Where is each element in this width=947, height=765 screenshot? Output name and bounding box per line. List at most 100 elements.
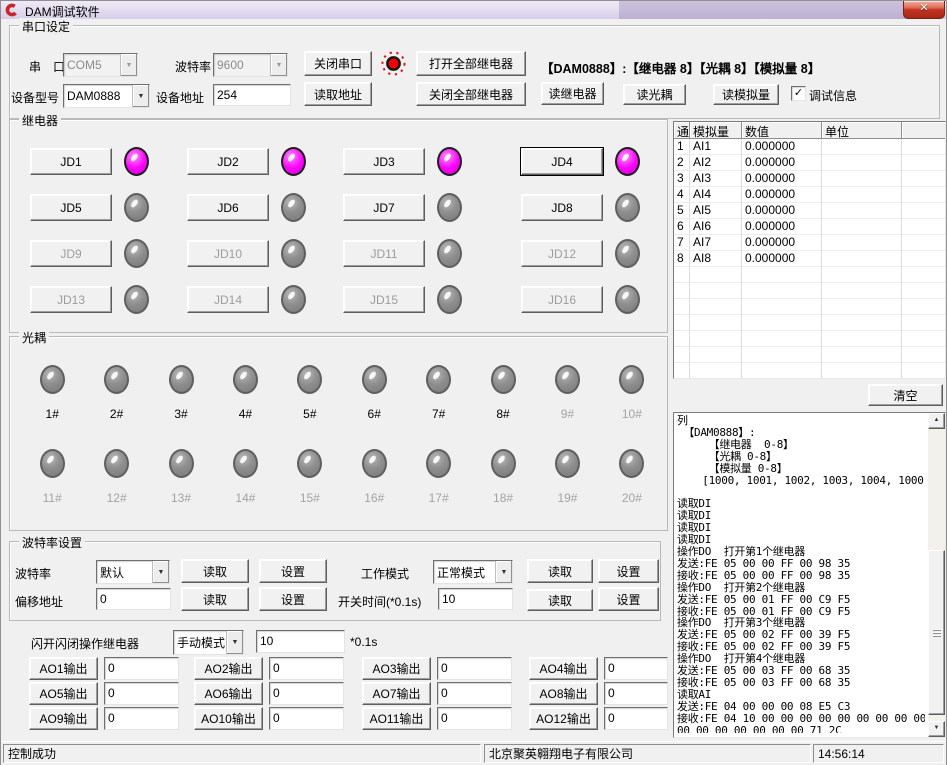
scroll-up-icon[interactable]: ▲: [928, 413, 945, 429]
relay-cell: JD9: [30, 238, 149, 269]
ao-value-input[interactable]: 0: [269, 682, 344, 705]
ao-output-button[interactable]: AO6输出: [194, 682, 263, 705]
relay-button[interactable]: JD8: [521, 194, 603, 221]
relay-button[interactable]: JD9: [30, 240, 112, 267]
baud-set-button[interactable]: 设置: [259, 559, 327, 583]
relay-button[interactable]: JD14: [187, 286, 269, 313]
switch-time-read-button[interactable]: 读取: [527, 589, 593, 611]
chevron-down-icon[interactable]: ▼: [270, 54, 287, 76]
close-all-relays-button[interactable]: 关闭全部继电器: [416, 82, 526, 106]
ao-value-input[interactable]: 0: [604, 707, 668, 730]
flash-mode-combo[interactable]: 手动模式 ▼: [173, 630, 244, 655]
read-analog-button[interactable]: 读模拟量: [713, 84, 779, 105]
relay-button[interactable]: JD6: [187, 194, 269, 221]
relay-button[interactable]: JD10: [187, 240, 269, 267]
scroll-down-icon[interactable]: ▼: [928, 721, 945, 737]
read-opto-button[interactable]: 读光耦: [623, 84, 686, 105]
relay-button[interactable]: JD15: [343, 286, 425, 313]
ao-value-input[interactable]: 0: [437, 682, 512, 705]
ao-output-cell: AO12输出 0: [529, 707, 668, 730]
led-highlight: [496, 454, 505, 464]
header-extra: [902, 122, 945, 139]
debug-info-checkbox[interactable]: ✓: [791, 86, 806, 101]
opto-cell: 8#: [471, 365, 535, 421]
ao-value-input[interactable]: 0: [104, 682, 179, 705]
ao-output-button[interactable]: AO10输出: [194, 707, 263, 730]
serial-status-led-icon: [380, 50, 407, 77]
switch-time-set-button[interactable]: 设置: [598, 587, 659, 611]
relay-button[interactable]: JD4: [521, 148, 603, 175]
chevron-down-icon[interactable]: ▼: [226, 631, 243, 654]
relay-button[interactable]: JD7: [343, 194, 425, 221]
relay-cell: JD6: [187, 192, 306, 223]
chevron-down-icon[interactable]: ▼: [120, 54, 137, 76]
flash-operate-label: 闪开闪闭操作继电器: [31, 635, 139, 652]
port-combo[interactable]: COM5 ▼: [63, 53, 138, 77]
relay-button[interactable]: JD3: [343, 148, 425, 175]
baudrate-combo[interactable]: 9600 ▼: [213, 53, 288, 77]
chevron-down-icon[interactable]: ▼: [152, 561, 169, 583]
header-unit[interactable]: 单位: [822, 122, 902, 139]
cell-unit: [822, 203, 902, 219]
ao-value-input[interactable]: 0: [604, 657, 668, 680]
scrollbar-thumb[interactable]: [928, 550, 945, 715]
ao-value-input[interactable]: 0: [604, 682, 668, 705]
open-all-relays-button[interactable]: 打开全部继电器: [416, 51, 526, 76]
switch-time-input[interactable]: 10: [438, 588, 513, 610]
ao-value-input[interactable]: 0: [269, 657, 344, 680]
relay-button[interactable]: JD2: [187, 148, 269, 175]
baud-setting-combo[interactable]: 默认 ▼: [96, 560, 170, 584]
flash-time-input[interactable]: 10: [256, 630, 345, 653]
cell-analog-name: [690, 315, 742, 331]
device-model-combo[interactable]: DAM0888 ▼: [63, 84, 150, 108]
analog-table[interactable]: 通 模拟量 数值 单位 1 AI1 0.000000 2 AI2 0.00000…: [673, 121, 946, 379]
ao-output-button[interactable]: AO12输出: [529, 707, 598, 730]
chevron-down-icon[interactable]: ▼: [132, 85, 149, 107]
ao-output-button[interactable]: AO1输出: [29, 657, 98, 680]
relay-button[interactable]: JD12: [521, 240, 603, 267]
titlebar[interactable]: DAM调试软件 ✕: [1, 1, 946, 19]
cell-unit: [822, 283, 902, 299]
relay-button[interactable]: JD16: [521, 286, 603, 313]
relay-button[interactable]: JD1: [30, 148, 112, 175]
close-serial-button[interactable]: 关闭串口: [304, 51, 372, 76]
ao-value-input[interactable]: 0: [104, 657, 179, 680]
ao-output-button[interactable]: AO8输出: [529, 682, 598, 705]
ao-output-button[interactable]: AO3输出: [362, 657, 431, 680]
ao-value-input[interactable]: 0: [104, 707, 179, 730]
clear-log-button[interactable]: 清空: [868, 384, 943, 406]
header-channel[interactable]: 通: [674, 122, 690, 139]
work-mode-set-button[interactable]: 设置: [598, 559, 659, 583]
ao-output-button[interactable]: AO7输出: [362, 682, 431, 705]
close-button[interactable]: ✕: [903, 1, 945, 19]
ao-output-button[interactable]: AO5输出: [29, 682, 98, 705]
chevron-down-icon[interactable]: ▼: [495, 561, 512, 583]
ao-value-input[interactable]: 0: [269, 707, 344, 730]
device-address-input[interactable]: 254: [213, 84, 291, 106]
ao-output-button[interactable]: AO11输出: [362, 707, 431, 730]
ao-value-input[interactable]: 0: [437, 707, 512, 730]
ao-output-button[interactable]: AO4输出: [529, 657, 598, 680]
opto-cell: 16#: [342, 449, 406, 505]
read-relays-button[interactable]: 读继电器: [541, 82, 604, 105]
log-panel[interactable]: 列 【DAM0888】: 【继电器 0-8】 【光耦 0-8】 【模拟量 0-8…: [673, 412, 946, 738]
ao-value-input[interactable]: 0: [437, 657, 512, 680]
ao-output-button[interactable]: AO2输出: [194, 657, 263, 680]
baud-read-button[interactable]: 读取: [181, 559, 249, 583]
ao-output-cell: AO2输出 0: [194, 657, 344, 680]
offset-address-input[interactable]: 0: [96, 588, 171, 610]
offset-read-button[interactable]: 读取: [181, 587, 249, 611]
work-mode-read-button[interactable]: 读取: [527, 559, 593, 583]
ao-output-button[interactable]: AO9输出: [29, 707, 98, 730]
relay-cell: JD11: [343, 238, 462, 269]
work-mode-combo[interactable]: 正常模式 ▼: [433, 560, 513, 584]
relay-button[interactable]: JD5: [30, 194, 112, 221]
relay-button[interactable]: JD11: [343, 240, 425, 267]
opto-cell: 12#: [84, 449, 148, 505]
header-analog[interactable]: 模拟量: [690, 122, 742, 139]
read-address-button[interactable]: 读取地址: [304, 82, 372, 106]
offset-set-button[interactable]: 设置: [259, 587, 327, 611]
log-scrollbar[interactable]: ▲ ▼: [928, 413, 945, 737]
relay-button[interactable]: JD13: [30, 286, 112, 313]
header-value[interactable]: 数值: [742, 122, 822, 139]
